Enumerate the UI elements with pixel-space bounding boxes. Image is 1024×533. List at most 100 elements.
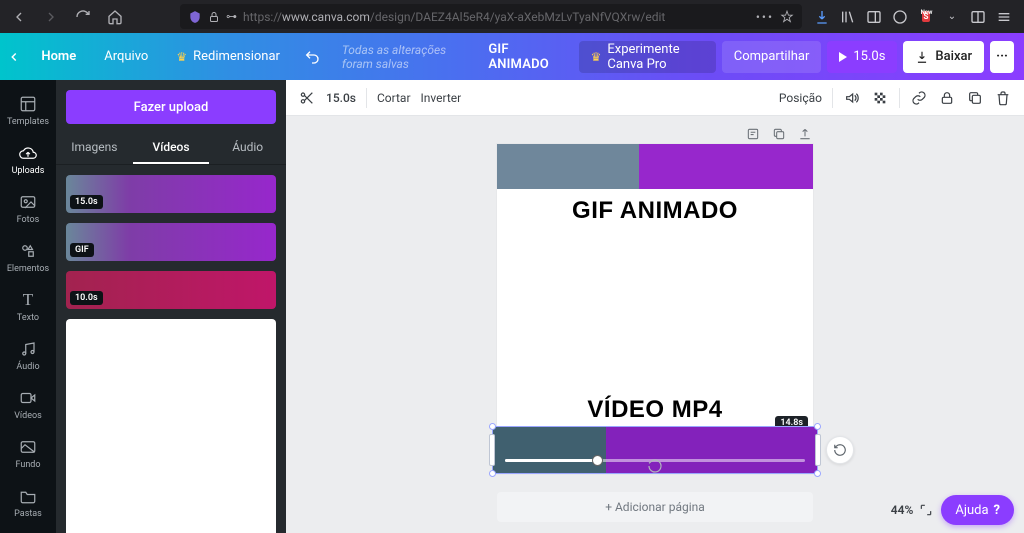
shield-icon (188, 10, 202, 24)
header-back-button[interactable] (0, 33, 27, 80)
elements-icon (18, 241, 38, 261)
gif-badge: GIF (70, 243, 94, 257)
text-icon: T (18, 290, 38, 310)
more-button[interactable]: ··· (990, 41, 1014, 73)
nav-back-button[interactable] (6, 4, 32, 30)
add-page-button[interactable]: + Adicionar página (497, 492, 813, 522)
canvas-stage[interactable]: GIF ANIMADO VÍDEO MP4 14.8s (286, 116, 1024, 533)
help-button[interactable]: Ajuda? (941, 495, 1014, 525)
crop-button[interactable]: Cortar (377, 91, 411, 105)
left-rail: Templates Uploads Fotos Elementos TTexto… (0, 80, 56, 533)
nav-forward-button[interactable] (38, 4, 64, 30)
extension-badge[interactable]: SNew (918, 9, 934, 25)
rail-audio[interactable]: Áudio (0, 331, 56, 380)
uploads-list[interactable]: 15.0s GIF 10.0s (56, 165, 286, 533)
file-menu[interactable]: Arquivo (90, 33, 162, 80)
position-button[interactable]: Posição (779, 91, 822, 105)
upload-button[interactable]: Fazer upload (66, 90, 276, 124)
lock-icon (208, 11, 220, 23)
url-settings-icon: ⊶ (226, 10, 237, 23)
app-header: Home Arquivo ♛Redimensionar Todas as alt… (0, 33, 1024, 80)
url-text: https://www.canva.com/design/DAEZ4Al5eR4… (243, 10, 750, 24)
transparency-icon[interactable] (871, 89, 889, 107)
browser-chrome: ⊶ https://www.canva.com/design/DAEZ4Al5e… (0, 0, 1024, 33)
upload-item[interactable] (66, 319, 276, 533)
hamburger-icon[interactable] (996, 9, 1012, 25)
rail-templates[interactable]: Templates (0, 86, 56, 135)
split-icon[interactable] (970, 9, 986, 25)
volume-icon[interactable] (843, 89, 861, 107)
rail-elements[interactable]: Elementos (0, 233, 56, 282)
canvas-toolbar: 15.0s Cortar Inverter Posição (286, 80, 1024, 116)
flip-button[interactable]: Inverter (421, 91, 462, 105)
library-icon[interactable] (840, 9, 856, 25)
nav-home-button[interactable] (102, 4, 128, 30)
browser-toolbar-icons: SNew ⌄ (808, 9, 1018, 25)
downloads-icon[interactable] (814, 9, 830, 25)
duration-badge: 15.0s (70, 195, 103, 209)
tab-images[interactable]: Imagens (56, 132, 133, 164)
upload-item[interactable]: GIF (66, 223, 276, 261)
rotate-handle[interactable] (826, 436, 854, 464)
tab-audio[interactable]: Áudio (209, 132, 286, 164)
duplicate-icon[interactable] (966, 89, 984, 107)
try-pro-button[interactable]: ♛Experimente Canva Pro (579, 41, 716, 73)
canvas-area: 15.0s Cortar Inverter Posição (286, 80, 1024, 533)
download-button[interactable]: Baixar (903, 41, 984, 73)
bottom-right-bar: 44% Ajuda? (891, 495, 1014, 525)
design-page[interactable]: GIF ANIMADO VÍDEO MP4 14.8s (497, 144, 813, 474)
play-icon (839, 52, 847, 62)
corner-handle[interactable] (489, 470, 496, 477)
reader-icon[interactable] (780, 10, 794, 24)
duration-badge: 10.0s (70, 291, 103, 305)
share-button[interactable]: Compartilhar (722, 41, 822, 73)
undo-button[interactable] (294, 33, 330, 80)
resize-button[interactable]: ♛Redimensionar (162, 33, 294, 80)
tab-videos[interactable]: Vídeos (133, 132, 210, 164)
rail-text[interactable]: TTexto (0, 282, 56, 331)
text-element-2[interactable]: VÍDEO MP4 (497, 388, 813, 426)
resize-handle-right[interactable] (815, 434, 821, 466)
notes-icon[interactable] (745, 126, 761, 142)
toolbar-duration[interactable]: 15.0s (326, 91, 356, 105)
chevron-down-icon[interactable]: ⌄ (944, 9, 960, 25)
page-actions (745, 126, 813, 142)
play-button[interactable]: 15.0s (827, 41, 897, 73)
url-bar[interactable]: ⊶ https://www.canva.com/design/DAEZ4Al5e… (180, 4, 802, 29)
rail-background[interactable]: Fundo (0, 429, 56, 478)
playhead-knob[interactable] (592, 455, 603, 466)
lock-icon[interactable] (938, 89, 956, 107)
design-title[interactable]: GIF ANIMADO (488, 42, 564, 72)
upload-page-icon[interactable] (797, 126, 813, 142)
url-more-icon[interactable]: ••• (756, 10, 774, 24)
uploads-panel: Fazer upload Imagens Vídeos Áudio 15.0s … (56, 80, 286, 533)
crown-icon: ♛ (591, 50, 602, 64)
corner-handle[interactable] (489, 423, 496, 430)
scissors-icon[interactable] (298, 89, 316, 107)
upload-item[interactable]: 10.0s (66, 271, 276, 309)
trash-icon[interactable] (994, 89, 1012, 107)
upload-item[interactable]: 15.0s (66, 175, 276, 213)
top-strip[interactable] (497, 144, 813, 189)
nav-reload-button[interactable] (70, 4, 96, 30)
duplicate-page-icon[interactable] (771, 126, 787, 142)
rail-uploads[interactable]: Uploads (0, 135, 56, 184)
rail-videos[interactable]: Vídeos (0, 380, 56, 429)
text-element-1[interactable]: GIF ANIMADO (497, 189, 813, 233)
videos-icon (18, 388, 38, 408)
link-icon[interactable] (910, 89, 928, 107)
zoom-control[interactable]: 44% (891, 503, 934, 517)
account-icon[interactable] (892, 9, 908, 25)
home-link[interactable]: Home (27, 33, 90, 80)
corner-handle[interactable] (814, 470, 821, 477)
rail-photos[interactable]: Fotos (0, 184, 56, 233)
sidebar-icon[interactable] (866, 9, 882, 25)
resize-handle-left[interactable] (489, 434, 495, 466)
corner-handle[interactable] (814, 423, 821, 430)
download-icon (915, 50, 929, 64)
crown-icon: ♛ (176, 50, 187, 64)
templates-icon (18, 94, 38, 114)
rail-folders[interactable]: Pastas (0, 478, 56, 527)
rotate-cue-icon[interactable] (647, 458, 663, 478)
expand-icon[interactable] (919, 503, 933, 517)
